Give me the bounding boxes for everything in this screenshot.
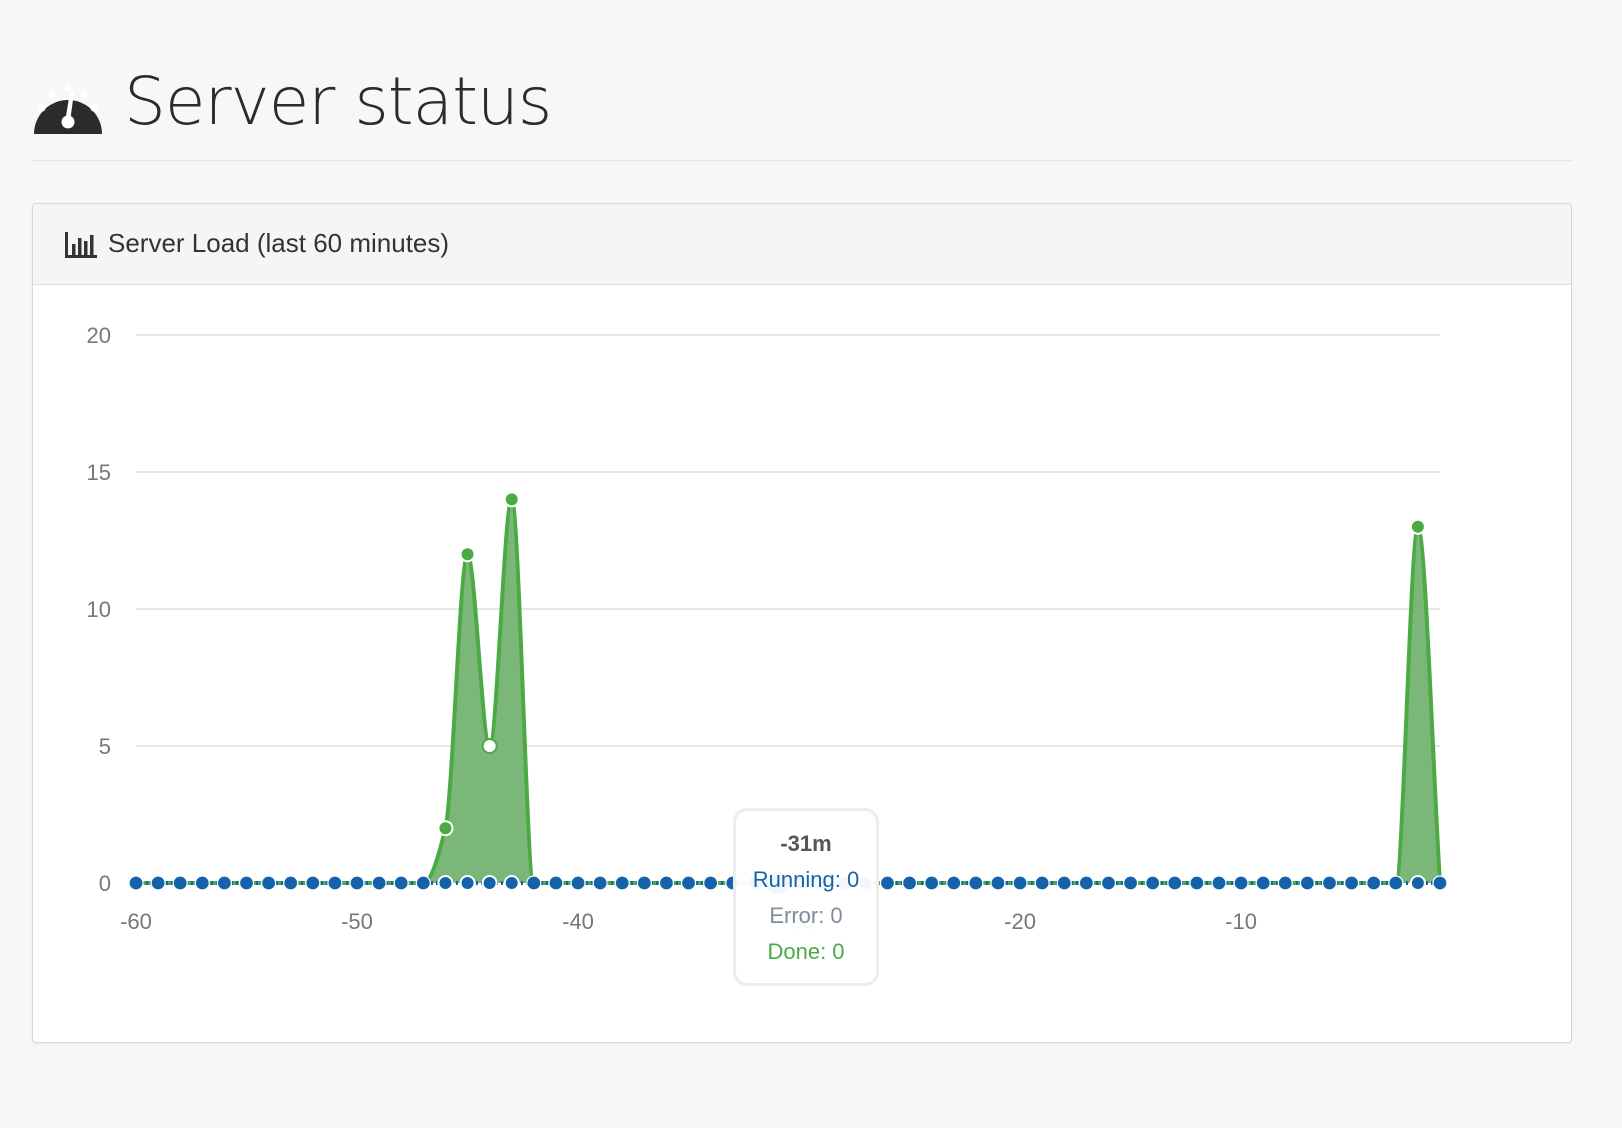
bar-chart-icon [65, 232, 97, 258]
running-point [194, 875, 210, 891]
running-point [283, 875, 299, 891]
tooltip-error: Error: 0 [769, 903, 843, 928]
running-point [680, 875, 697, 891]
running-point [437, 875, 454, 891]
running-point [1012, 875, 1028, 891]
running-point [238, 875, 255, 891]
running-point [1056, 875, 1072, 891]
running-point [879, 875, 896, 891]
running-point [990, 875, 1006, 891]
chart-tooltip: -31m Running: 0 Error: 0 Done: 0 [733, 808, 879, 986]
running-point [592, 875, 608, 891]
done-point [481, 738, 498, 754]
running-point [481, 875, 498, 891]
tooltip-running: Running: 0 [752, 867, 860, 892]
running-point [150, 875, 166, 891]
running-point [371, 875, 387, 891]
page-header: Server status [32, 40, 1572, 161]
running-point [1255, 875, 1271, 891]
done-point [1409, 518, 1426, 535]
running-point [1366, 875, 1382, 891]
tooltip-done: Done: 0 [767, 939, 845, 964]
x-tick-label: -20 [1004, 909, 1036, 934]
panel-body: 05101520-60-50-40-30-20-10 -31m Running:… [33, 285, 1571, 1042]
done-point [459, 546, 476, 563]
running-point [1167, 875, 1183, 891]
running-point [261, 875, 277, 891]
running-point [415, 875, 431, 891]
page-title: Server status [124, 63, 552, 140]
running-point [946, 875, 962, 891]
running-point [393, 875, 409, 891]
y-tick-label: 15 [87, 460, 111, 485]
running-point [636, 875, 652, 891]
running-point [968, 875, 984, 891]
running-point [1122, 875, 1139, 891]
running-point [1343, 875, 1360, 891]
dashboard-gauge-icon [34, 84, 102, 134]
running-point [1299, 875, 1315, 891]
running-point [526, 875, 542, 891]
running-point [128, 875, 144, 891]
running-point [459, 875, 476, 891]
running-point [1409, 875, 1426, 891]
running-point [924, 875, 940, 891]
running-point [1078, 875, 1094, 891]
running-point [216, 875, 233, 891]
y-tick-label: 20 [87, 323, 111, 348]
running-point [548, 875, 564, 891]
running-point [703, 875, 719, 891]
y-tick-label: 5 [99, 734, 111, 759]
running-point [901, 875, 918, 891]
running-point [349, 875, 365, 891]
server-load-panel: Server Load (last 60 minutes) 0 5 10 15 20 -6… [32, 203, 1572, 1043]
running-point [1233, 875, 1249, 891]
x-tick-label: -40 [562, 909, 594, 934]
done-point [503, 491, 520, 508]
running-point [172, 875, 188, 891]
running-point [658, 875, 675, 891]
running-point [570, 875, 586, 891]
running-point [1388, 875, 1404, 891]
running-point [503, 875, 520, 891]
running-point [1145, 875, 1161, 891]
y-tick-label: 10 [87, 597, 111, 622]
running-point [1034, 875, 1050, 891]
done-point [437, 820, 454, 837]
running-point [1432, 875, 1448, 891]
running-point [614, 875, 630, 891]
running-point [327, 875, 343, 891]
tooltip-title: -31m [780, 831, 832, 856]
x-tick-label: -10 [1225, 909, 1257, 934]
panel-heading: Server Load (last 60 minutes) [33, 204, 1571, 285]
y-tick-label: 0 [99, 871, 111, 896]
running-point [1100, 875, 1117, 891]
running-point [1321, 875, 1338, 891]
panel-title: Server Load (last 60 minutes) [108, 228, 450, 258]
running-point [305, 875, 321, 891]
x-tick-label: -50 [341, 909, 373, 934]
running-point [1211, 875, 1227, 891]
running-point [1189, 875, 1205, 891]
x-tick-label: -60 [120, 909, 152, 934]
running-point [1277, 875, 1293, 891]
